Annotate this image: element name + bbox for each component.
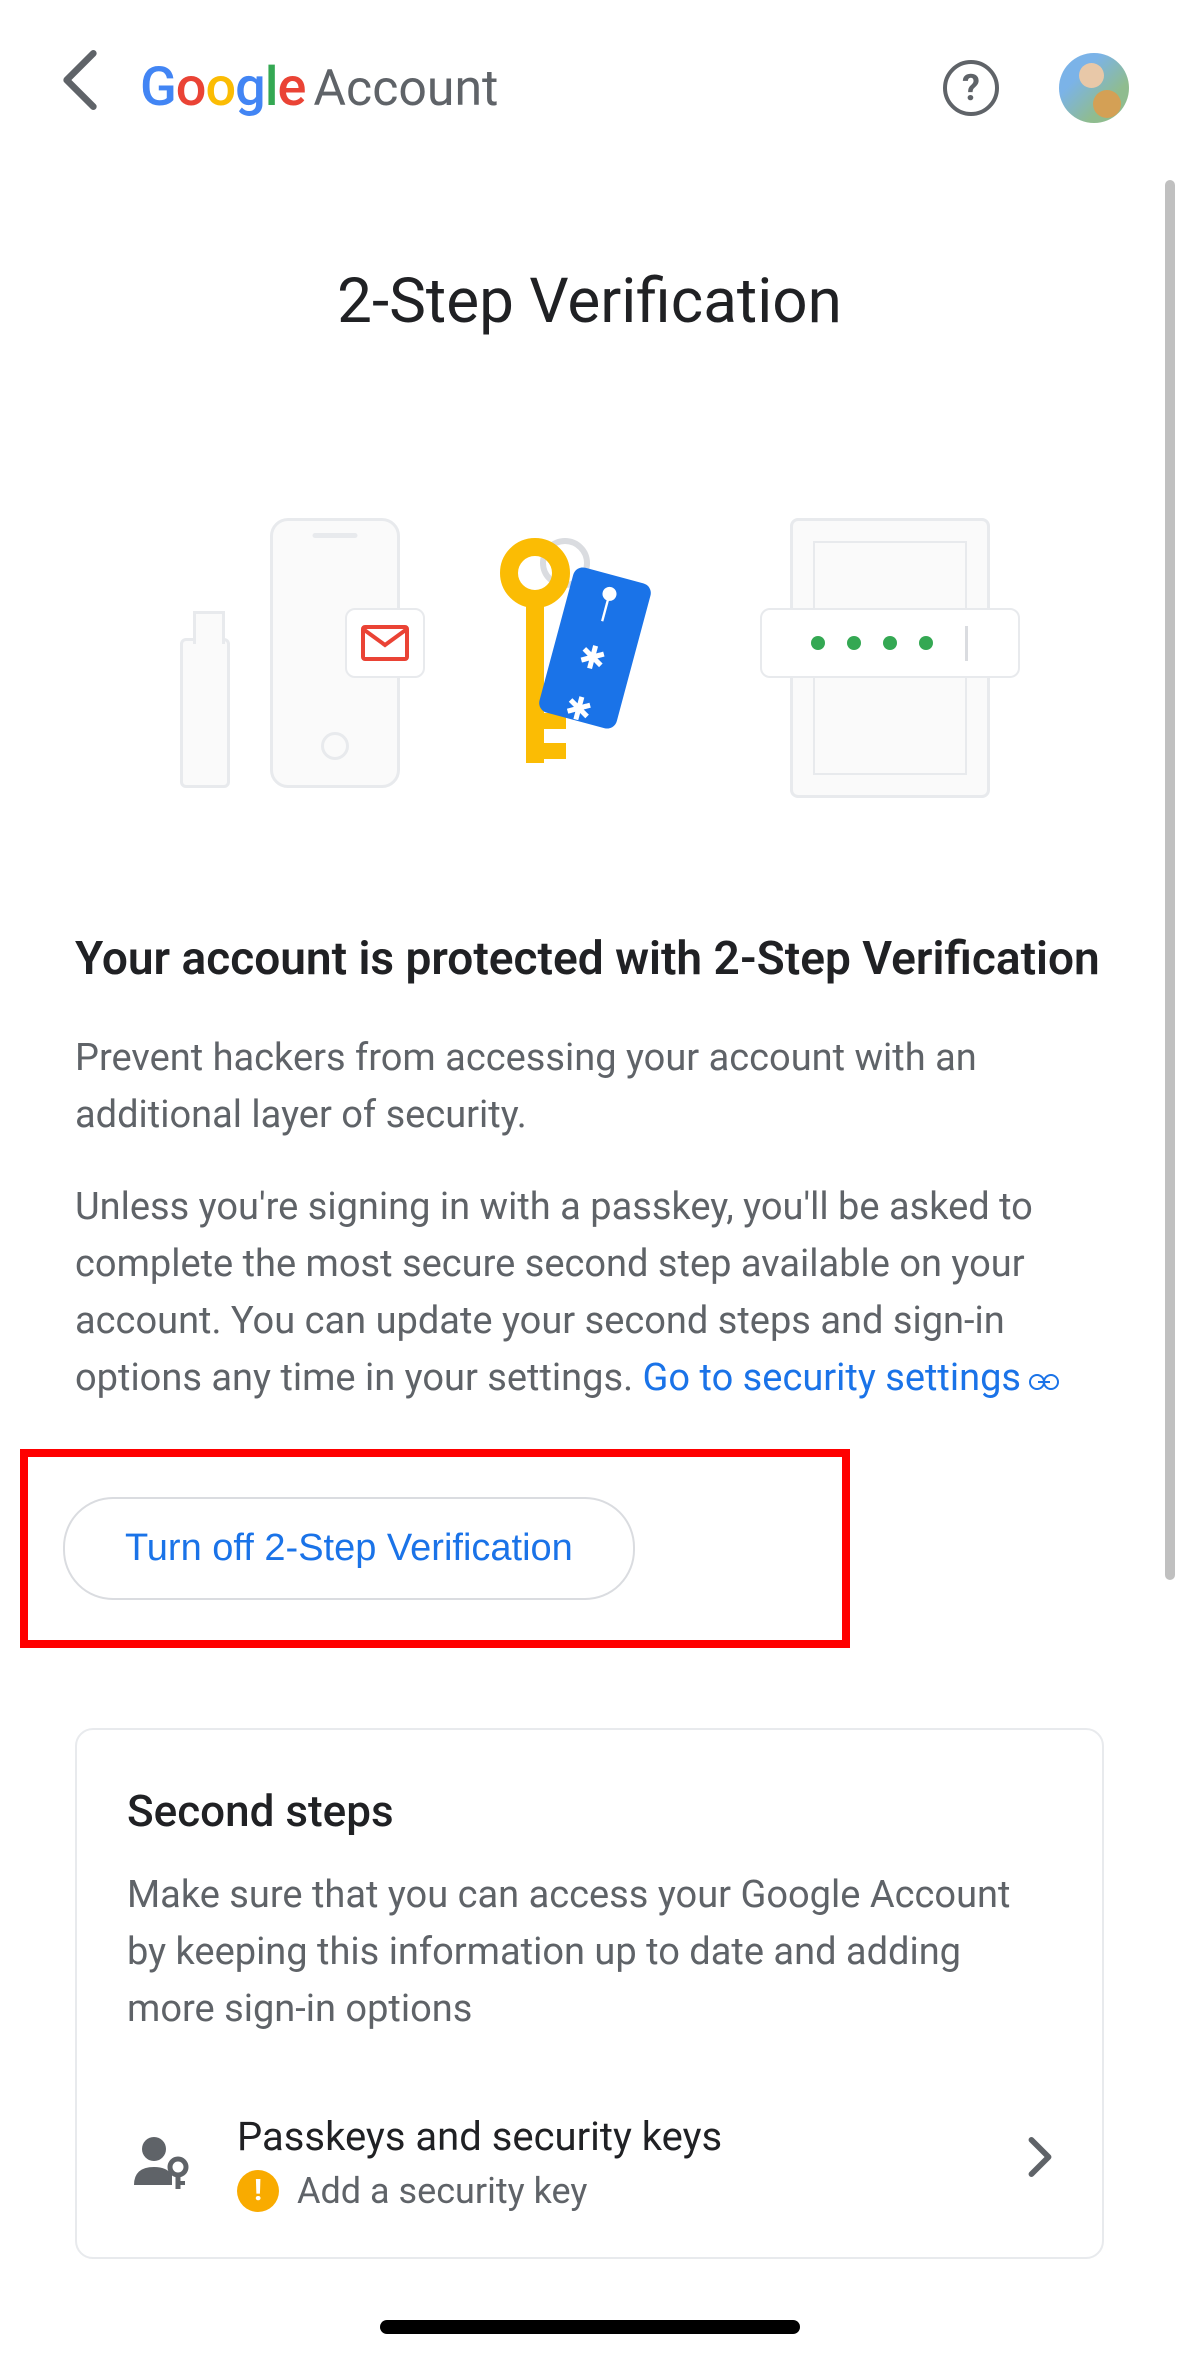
passkeys-item[interactable]: Passkeys and security keys ! Add a secur…: [127, 2098, 1052, 2227]
passkey-icon: [127, 2135, 197, 2190]
google-logo: Google: [140, 56, 305, 119]
security-settings-link-text: Go to security settings: [643, 1356, 1022, 1400]
account-label: Account: [313, 60, 498, 118]
intro-paragraph-2: Unless you're signing in with a passkey,…: [75, 1179, 1104, 1408]
intro-paragraph-1: Prevent hackers from accessing your acco…: [75, 1030, 1104, 1144]
item-subtitle-text: Add a security key: [297, 2170, 587, 2212]
security-settings-link[interactable]: Go to security settings: [643, 1356, 1060, 1400]
usb-key-icon: [180, 638, 230, 788]
chevron-right-icon: [1028, 2136, 1052, 2188]
link-icon: [1029, 1352, 1059, 1409]
logo-area: Google Account: [140, 56, 913, 119]
highlight-annotation: Turn off 2-Step Verification: [20, 1449, 850, 1648]
page-title: 2-Step Verification: [0, 265, 1179, 338]
scrollbar[interactable]: [1165, 180, 1175, 1580]
warning-badge-icon: !: [237, 2170, 279, 2212]
item-subtitle: ! Add a security key: [237, 2170, 988, 2212]
avatar[interactable]: [1059, 53, 1129, 123]
help-icon[interactable]: ?: [943, 60, 999, 116]
hero-illustration: |✱✱: [0, 458, 1179, 798]
home-indicator[interactable]: [380, 2320, 800, 2334]
card-body: Make sure that you can access your Googl…: [127, 1867, 1052, 2038]
turn-off-2sv-button[interactable]: Turn off 2-Step Verification: [63, 1497, 635, 1600]
item-title: Passkeys and security keys: [237, 2113, 988, 2160]
mail-icon: [345, 608, 425, 678]
password-field-icon: [760, 608, 1020, 678]
key-icon: [500, 538, 570, 608]
header: Google Account ?: [0, 0, 1179, 165]
back-button[interactable]: [50, 40, 110, 135]
section-heading: Your account is protected with 2-Step Ve…: [75, 928, 1104, 990]
card-title: Second steps: [127, 1785, 1052, 1837]
second-steps-card: Second steps Make sure that you can acce…: [75, 1728, 1104, 2259]
